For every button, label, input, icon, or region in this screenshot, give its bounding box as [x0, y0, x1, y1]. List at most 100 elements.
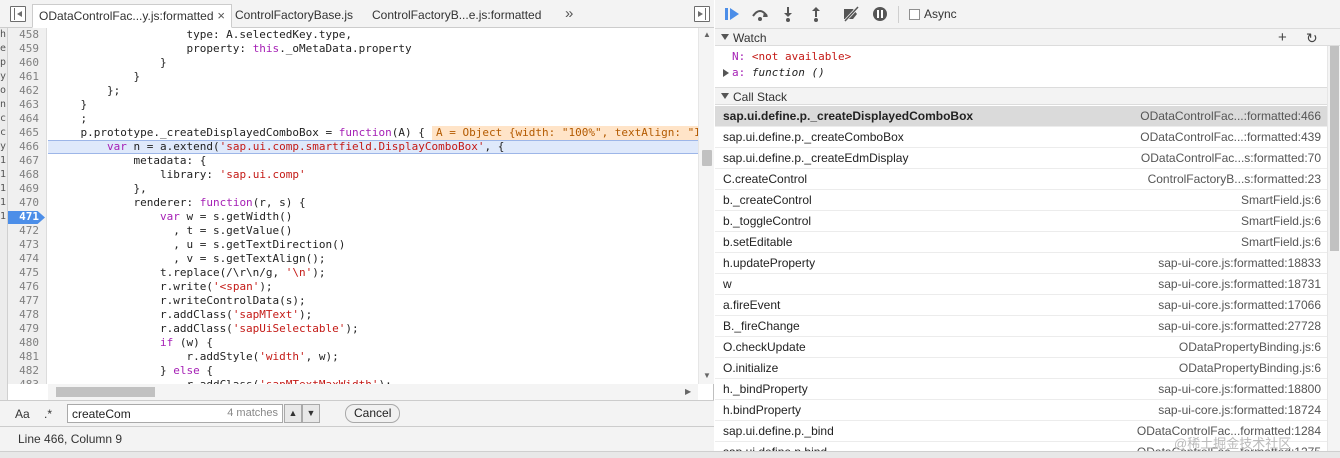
cancel-search-button[interactable]: Cancel [345, 404, 401, 423]
call-frame-location[interactable]: sap-ui-core.js:formatted:18724 [1158, 403, 1321, 417]
call-frame[interactable]: b._toggleControl SmartField.js:6 [715, 211, 1327, 232]
line-number-gutter[interactable]: 458 459 460 461 462 463 464 465 466 467 468 469 470 4… [8, 28, 47, 384]
regex-toggle[interactable]: .* [44, 407, 52, 421]
watch-item[interactable]: a: function () [732, 65, 825, 81]
line-number[interactable]: 468 [8, 168, 47, 182]
call-frame-location[interactable]: SmartField.js:6 [1241, 193, 1321, 207]
line-number[interactable]: 474 [8, 252, 47, 266]
scroll-right-icon[interactable]: ▶ [685, 387, 691, 396]
line-number[interactable]: 480 [8, 336, 47, 350]
call-frame[interactable]: a.fireEvent sap-ui-core.js:formatted:1706… [715, 295, 1327, 316]
line-number[interactable]: 481 [8, 350, 47, 364]
call-frame-location[interactable]: sap-ui-core.js:formatted:18833 [1158, 256, 1321, 270]
watch-expression: a [732, 66, 739, 79]
call-frame-location[interactable]: ODataControlFac...s:formatted:70 [1141, 151, 1321, 165]
call-frame-location[interactable]: ODataPropertyBinding.js:6 [1179, 361, 1321, 375]
debugger-toolbar: Async [715, 0, 1340, 29]
deactivate-breakpoints-icon[interactable] [842, 6, 860, 22]
sidebar-scrollbar[interactable] [1327, 46, 1340, 458]
line-number[interactable]: 461 [8, 70, 47, 84]
call-frame-location[interactable]: SmartField.js:6 [1241, 214, 1321, 228]
tab-odatacontrolfactory-formatted[interactable]: ODataControlFac...y.js:formatted × [32, 4, 232, 28]
pause-on-exceptions-icon[interactable] [871, 6, 889, 22]
line-number[interactable]: 460 [8, 56, 47, 70]
line-number[interactable]: 467 [8, 154, 47, 168]
step-over-icon[interactable] [751, 6, 769, 22]
tab-controlfactorybase[interactable]: ControlFactoryBase.js [229, 4, 359, 28]
call-frame-location[interactable]: sap-ui-core.js:formatted:18731 [1158, 277, 1321, 291]
call-frame[interactable]: sap.ui.define.p._createEdmDisplay ODataCo… [715, 148, 1327, 169]
call-frame[interactable]: C.createControl ControlFactoryB...s:forma… [715, 169, 1327, 190]
scroll-up-icon[interactable]: ▲ [703, 30, 711, 39]
refresh-watch-icon[interactable]: ↻ [1306, 30, 1318, 46]
call-frame[interactable]: b.setEditable SmartField.js:6 [715, 232, 1327, 253]
watch-section-header[interactable]: Watch + ↻ [715, 28, 1340, 46]
line-number[interactable]: 458 [8, 28, 47, 42]
toolbar-separator [898, 6, 899, 23]
scroll-down-icon[interactable]: ▼ [703, 371, 711, 380]
expand-triangle-icon[interactable] [723, 69, 729, 77]
line-number[interactable]: 470 [8, 196, 47, 210]
add-watch-icon[interactable]: + [1278, 30, 1287, 46]
call-frame[interactable]: h.bindProperty sap-ui-core.js:formatted:1… [715, 400, 1327, 421]
debugger-toggle-icon[interactable] [694, 6, 710, 22]
code-line: renderer: function(r, s) { [54, 196, 306, 209]
watch-item[interactable]: N: <not available> [732, 49, 851, 65]
line-number[interactable]: 472 [8, 224, 47, 238]
line-number[interactable]: 476 [8, 280, 47, 294]
call-frame-location[interactable]: SmartField.js:6 [1241, 235, 1321, 249]
horizontal-scroll-thumb[interactable] [56, 387, 155, 397]
line-number[interactable]: 465 [8, 126, 47, 140]
call-frame[interactable]: b._createControl SmartField.js:6 [715, 190, 1327, 211]
find-next-button[interactable]: ▼ [302, 404, 320, 423]
line-number[interactable]: 482 [8, 364, 47, 378]
code-line: r.write('<span'); [54, 280, 273, 293]
vertical-scroll-thumb[interactable] [702, 150, 712, 166]
more-tabs-icon[interactable]: » [565, 5, 573, 22]
call-frame-location[interactable]: ODataControlFac...:formatted:439 [1140, 130, 1321, 144]
line-number[interactable]: 463 [8, 98, 47, 112]
resume-icon[interactable] [723, 6, 741, 22]
line-number[interactable]: 469 [8, 182, 47, 196]
line-number[interactable]: 466 [8, 140, 47, 154]
call-frame[interactable]: sap.ui.define.p._createComboBox ODataCont… [715, 127, 1327, 148]
line-number[interactable]: 471 [8, 210, 47, 224]
search-input[interactable] [72, 406, 222, 421]
sidebar-scroll-thumb[interactable] [1330, 46, 1339, 251]
callstack-section-header[interactable]: Call Stack [715, 87, 1340, 105]
call-frame[interactable]: h._bindProperty sap-ui-core.js:formatted:… [715, 379, 1327, 400]
call-frame-location[interactable]: ODataPropertyBinding.js:6 [1179, 340, 1321, 354]
line-number[interactable]: 478 [8, 308, 47, 322]
call-frame[interactable]: O.initialize ODataPropertyBinding.js:6 [715, 358, 1327, 379]
call-frame-location[interactable]: ControlFactoryB...s:formatted:23 [1148, 172, 1321, 186]
line-number[interactable]: 459 [8, 42, 47, 56]
call-frame[interactable]: B._fireChange sap-ui-core.js:formatted:27… [715, 316, 1327, 337]
find-previous-button[interactable]: ▲ [284, 404, 302, 423]
call-frame-location[interactable]: sap-ui-core.js:formatted:18800 [1158, 382, 1321, 396]
tab-controlfactorybase-formatted[interactable]: ControlFactoryB...e.js:formatted [366, 4, 547, 28]
strip-glyph: 1 [0, 197, 7, 208]
line-number[interactable]: 473 [8, 238, 47, 252]
match-case-toggle[interactable]: Aa [15, 407, 30, 421]
line-number[interactable]: 464 [8, 112, 47, 126]
line-number[interactable]: 479 [8, 322, 47, 336]
async-checkbox[interactable] [909, 9, 920, 20]
call-frame[interactable]: sap.ui.define.p._createDisplayedComboBox… [715, 106, 1327, 127]
editor-vertical-scrollbar[interactable]: ▲ ▼ [698, 28, 714, 384]
navigator-toggle-icon[interactable] [10, 6, 26, 22]
line-number[interactable]: 483 [8, 378, 47, 384]
call-frame-location[interactable]: sap-ui-core.js:formatted:27728 [1158, 319, 1321, 333]
line-number[interactable]: 477 [8, 294, 47, 308]
line-number[interactable]: 462 [8, 84, 47, 98]
call-frame[interactable]: O.checkUpdate ODataPropertyBinding.js:6 [715, 337, 1327, 358]
call-frame-location[interactable]: ODataControlFac...:formatted:466 [1140, 109, 1321, 123]
editor-horizontal-scrollbar[interactable]: ▶ [48, 384, 698, 400]
call-frame[interactable]: h.updateProperty sap-ui-core.js:formatted… [715, 253, 1327, 274]
call-frame[interactable]: w sap-ui-core.js:formatted:18731 [715, 274, 1327, 295]
code-editor[interactable]: 458 459 460 461 462 463 464 465 466 467 468 469 470 4… [8, 28, 714, 384]
step-out-icon[interactable] [807, 6, 825, 22]
close-tab-icon[interactable]: × [217, 5, 225, 27]
step-into-icon[interactable] [779, 6, 797, 22]
call-frame-location[interactable]: sap-ui-core.js:formatted:17066 [1158, 298, 1321, 312]
line-number[interactable]: 475 [8, 266, 47, 280]
